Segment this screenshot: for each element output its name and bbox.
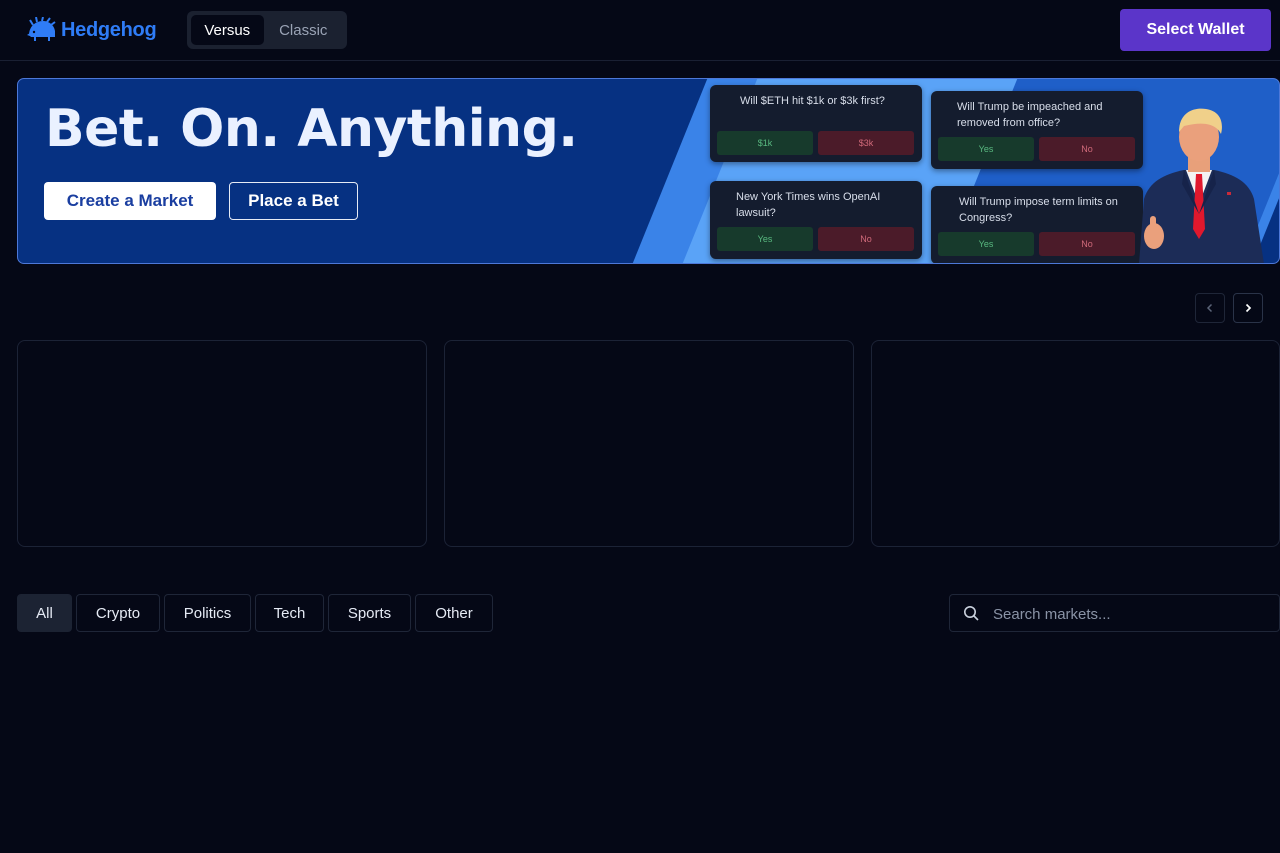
sample-option-b: No [818,227,914,251]
mode-versus-button[interactable]: Versus [191,15,264,45]
politician-illustration [1139,108,1264,263]
hedgehog-icon [27,17,56,41]
sample-option-b: $3k [818,131,914,155]
place-bet-button[interactable]: Place a Bet [229,182,358,220]
select-wallet-button[interactable]: Select Wallet [1120,9,1271,51]
filter-other[interactable]: Other [415,594,493,632]
filter-sports[interactable]: Sports [328,594,411,632]
sample-option-a: $1k [717,131,813,155]
filter-tech[interactable]: Tech [255,594,324,632]
sample-option-a: Yes [938,137,1034,161]
sample-option-a: Yes [938,232,1034,256]
featured-market-card[interactable] [444,340,854,547]
sample-option-b: No [1039,137,1135,161]
sample-market-question: Will Trump impose term limits on Congres… [959,196,1118,224]
sample-market-card: Will Trump be impeached and removed from… [931,91,1143,169]
chevron-left-icon [1206,303,1213,313]
carousel-next-button[interactable] [1233,293,1263,323]
sample-market-card: New York Times wins OpenAI lawsuit? Yes … [710,181,922,259]
top-navbar: Hedgehog Versus Classic Select Wallet [0,0,1280,61]
filter-politics[interactable]: Politics [164,594,251,632]
sample-market-card: Will Trump impose term limits on Congres… [931,186,1143,263]
sample-option-a: Yes [717,227,813,251]
hero-title: Bet. On. Anything. [45,99,578,159]
search-box [949,594,1280,632]
featured-market-card[interactable] [17,340,427,547]
filter-all[interactable]: All [17,594,72,632]
sample-market-question: New York Times wins OpenAI lawsuit? [736,191,881,219]
sample-market-card: Will $ETH hit $1k or $3k first? $1k $3k [710,85,922,162]
hero-banner: Bet. On. Anything. Create a Market Place… [17,78,1280,264]
search-icon [964,606,979,621]
brand-name: Hedgehog [61,18,157,41]
filter-crypto[interactable]: Crypto [76,594,160,632]
search-input[interactable] [993,601,1273,627]
featured-market-card[interactable] [871,340,1280,547]
mode-classic-button[interactable]: Classic [264,15,343,45]
carousel-prev-button[interactable] [1195,293,1225,323]
create-market-button[interactable]: Create a Market [44,182,216,220]
sample-market-question: Will $ETH hit $1k or $3k first? [740,95,885,107]
chevron-right-icon [1245,303,1252,313]
brand-logo[interactable]: Hedgehog [25,17,157,43]
sample-option-b: No [1039,232,1135,256]
sample-market-question: Will Trump be impeached and removed from… [957,101,1103,129]
mode-toggle: Versus Classic [187,11,347,49]
